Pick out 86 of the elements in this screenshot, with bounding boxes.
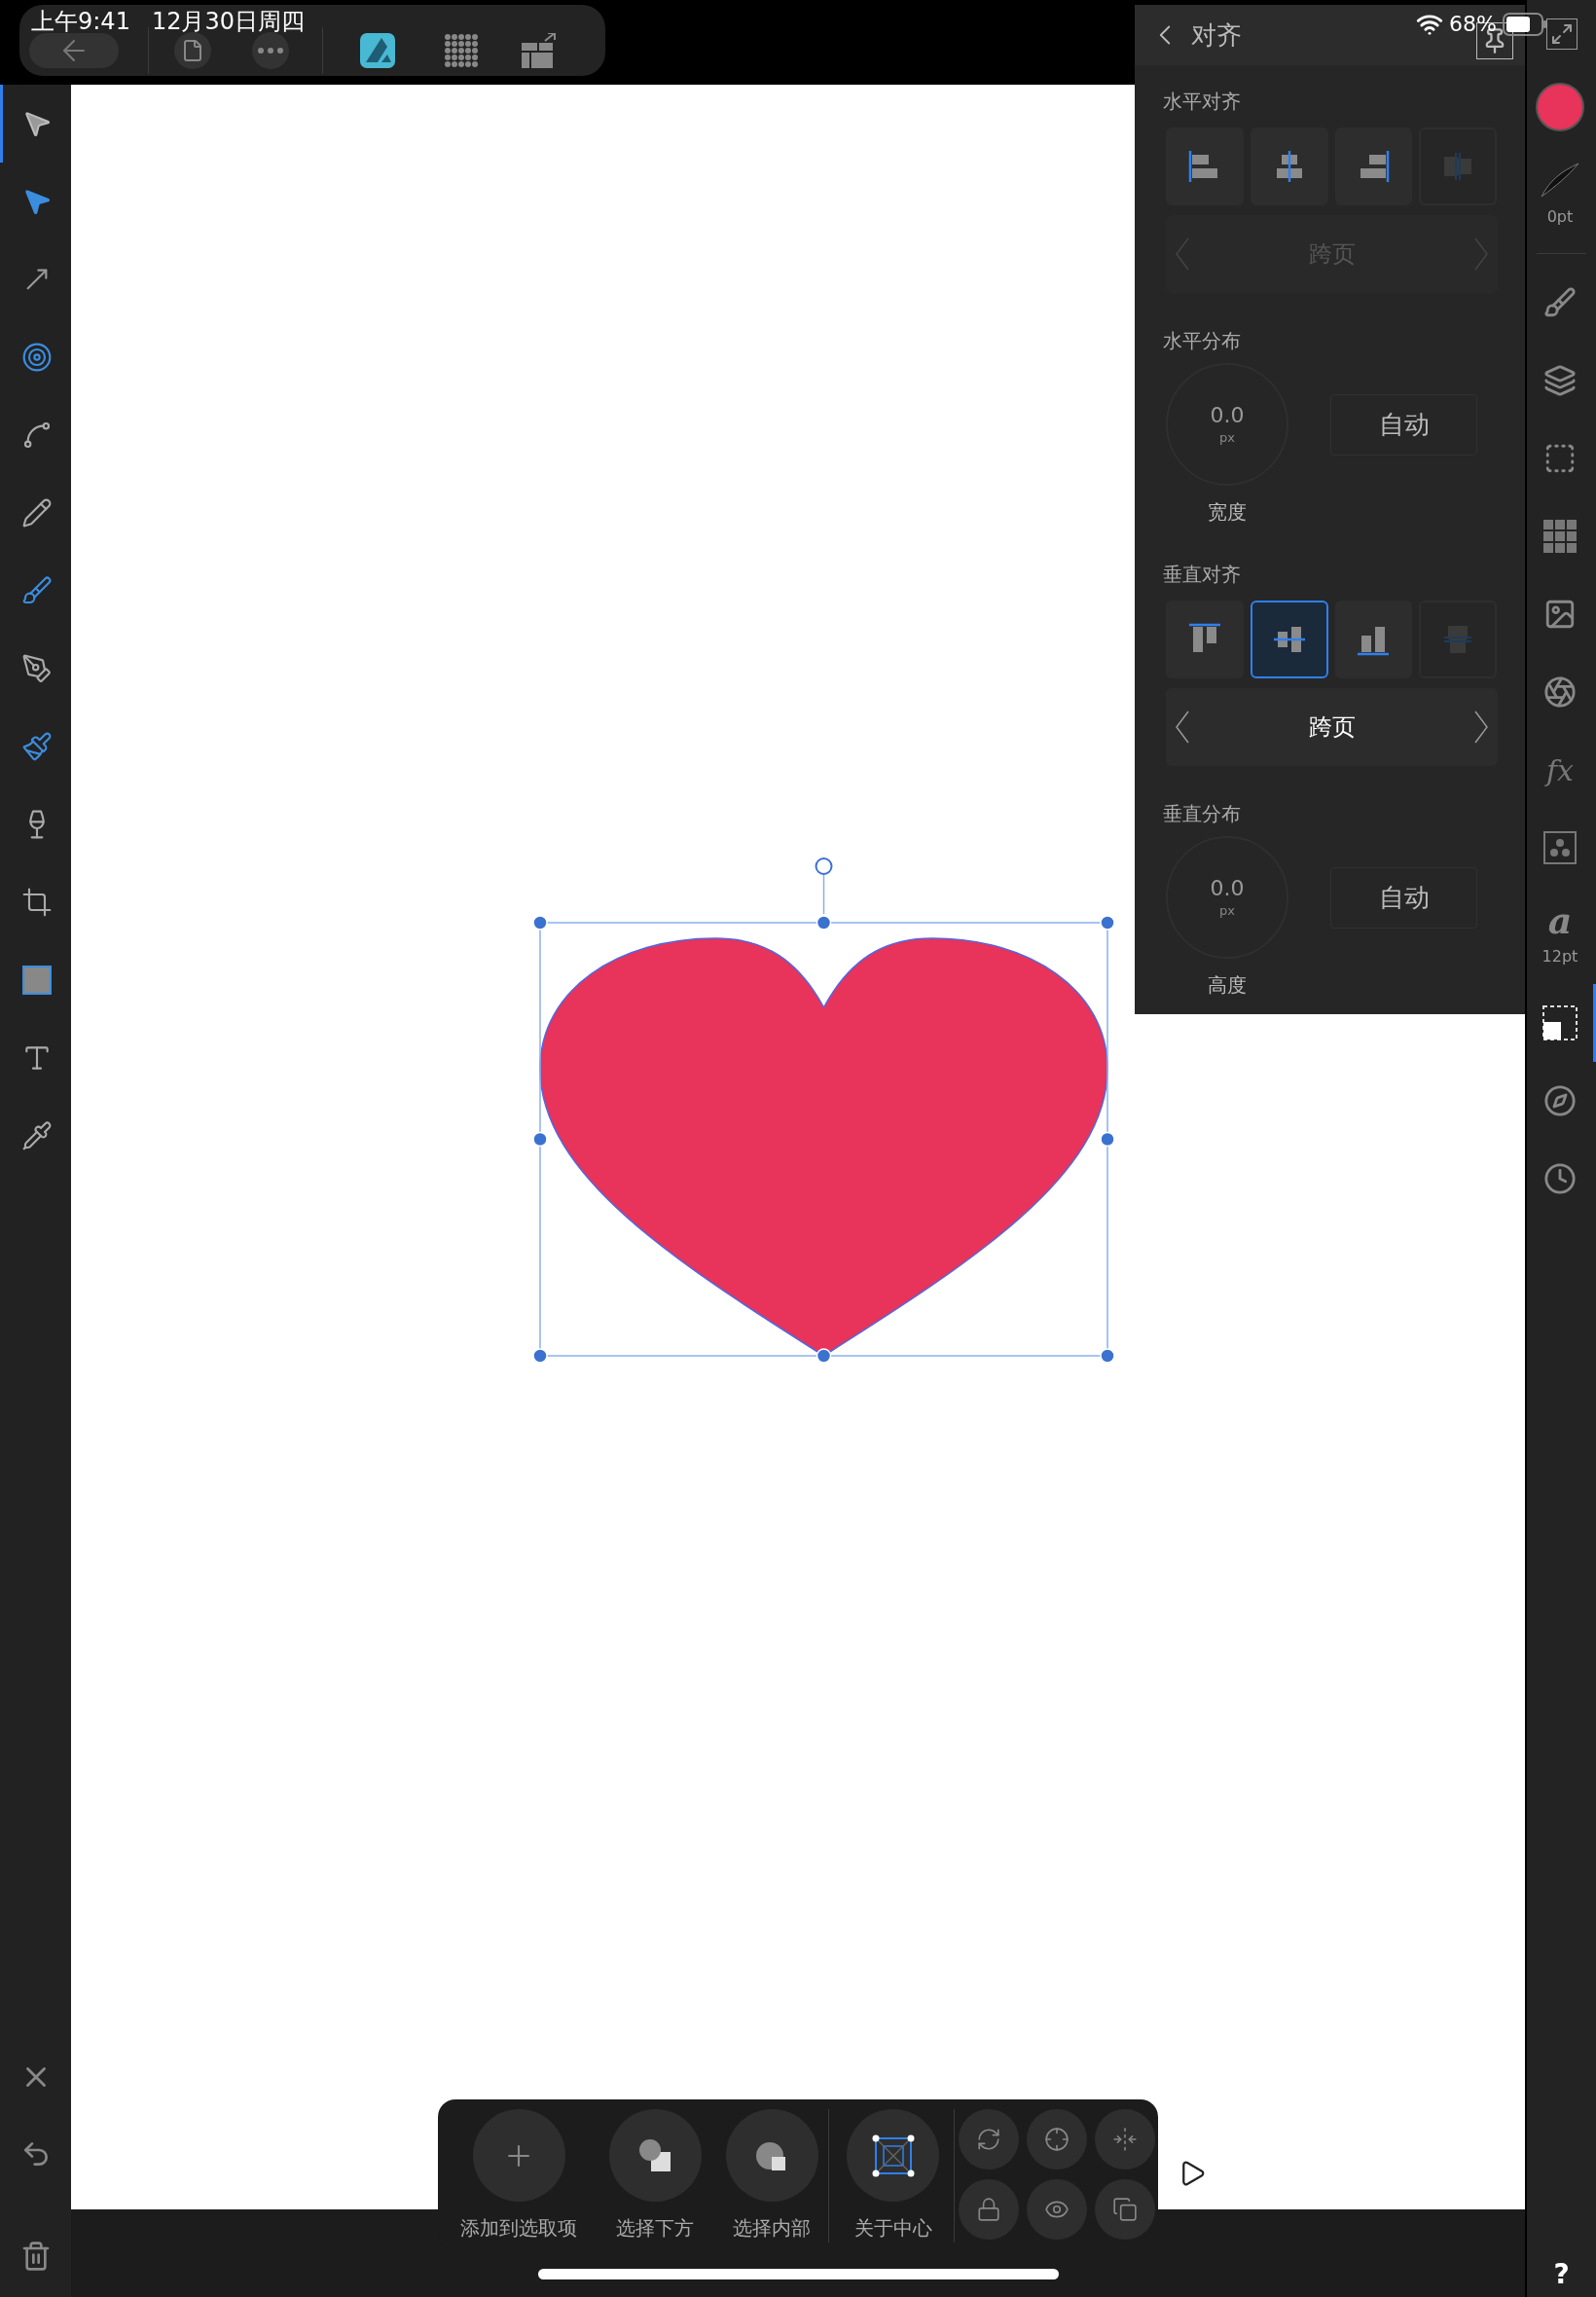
glyph-icon: a [1547,902,1573,939]
document-button[interactable] [174,31,211,69]
panel-title: 对齐 [1191,18,1242,52]
span-selector[interactable]: 跨页 [1166,688,1498,766]
stroke-curve-icon [1539,161,1581,200]
dial-unit: px [1219,902,1235,920]
auto-button[interactable]: 自动 [1330,866,1477,929]
action-label: 选择下方 [616,2215,694,2242]
brush-icon [21,575,53,606]
auto-button[interactable]: 自动 [1330,393,1477,456]
resize-icon[interactable] [1545,18,1578,50]
dial-caption: 宽度 [1207,499,1248,526]
section-label: 水平对齐 [1163,89,1242,115]
copy-icon [1112,2196,1138,2222]
pen-icon [21,653,53,684]
aperture-icon [1543,675,1577,709]
crop-icon [21,887,53,918]
crosshair-icon [1044,2127,1070,2152]
transform-icon [1542,1004,1578,1041]
action-label: 添加到选取项 [460,2215,577,2242]
back-button[interactable] [29,32,119,68]
help-glyph[interactable]: ? [1527,2254,1596,2295]
dashed-square-icon [1543,442,1577,475]
image-icon [1543,598,1577,631]
fx-icon: fx [1546,747,1574,792]
span-value: 跨页 [1308,712,1356,743]
selection-handle[interactable] [532,915,548,930]
file-icon [181,38,204,62]
align-button[interactable] [1334,601,1413,678]
layers-icon [1543,364,1577,397]
selection-handle[interactable] [816,1348,832,1364]
lock-icon [976,2196,1001,2222]
square-shape-icon [22,966,52,995]
status-date: 12月30日周四 [151,10,305,33]
compass-icon [1543,1084,1577,1117]
dial-caption: 高度 [1207,972,1248,999]
studio-button[interactable]: fx [1527,731,1596,809]
selection-handle[interactable] [532,1131,548,1148]
dial-unit: px [1219,429,1235,447]
status-time: 上午9:41 [31,10,130,33]
section-label: 水平分布 [1163,328,1242,354]
battery-icon [1502,12,1547,36]
studio-button[interactable]: a 12pt [1527,887,1596,984]
section-label: 垂直对齐 [1163,562,1242,588]
center-transform-icon [870,2133,916,2178]
chevron-right-icon [1474,237,1488,271]
ellipsis-icon [258,47,283,54]
target-icon [21,342,53,373]
selection-handle[interactable] [532,1348,548,1364]
spline-icon [21,419,53,451]
battery-percent: 68% [1449,11,1497,38]
spacing-dial[interactable]: 0.0 px [1166,363,1288,486]
section-label: 垂直分布 [1163,801,1242,827]
align-button[interactable] [1250,128,1328,205]
chevron-left-icon [1176,711,1189,744]
pencil-icon [21,497,53,529]
selection-handle[interactable] [1100,1131,1115,1148]
dot-grid-icon[interactable] [444,32,479,68]
align-button[interactable] [1250,601,1328,678]
selection-handle[interactable] [816,915,832,930]
clock-icon [1543,1162,1577,1195]
brush-icon [1543,286,1577,319]
align-button[interactable] [1166,128,1244,205]
chevron-left-icon [1176,237,1189,271]
spacing-dial[interactable]: 0.0 px [1166,836,1288,959]
align-button[interactable] [1334,128,1413,205]
dial-value: 0.0 [1210,401,1245,428]
selection-handle[interactable] [1100,1348,1115,1364]
pipette-icon [21,1120,53,1151]
align-button[interactable] [1166,601,1244,678]
fold-horizontal-icon [1112,2127,1138,2152]
rotate-arrows-icon [976,2127,1001,2152]
export-icon[interactable] [522,32,557,68]
dial-value: 0.0 [1210,874,1245,901]
app-logo-icon[interactable] [360,32,395,68]
more-button[interactable] [252,31,289,69]
dots-square-icon [1543,831,1577,864]
studio-button[interactable]: 0pt [1527,146,1596,243]
action-label: 选择内部 [733,2215,811,2242]
action-label: 关于中心 [853,2215,932,2242]
rotation-handle[interactable] [815,857,833,915]
paintbrush-icon [21,731,53,762]
color-swatch [1536,83,1584,131]
selection-handle[interactable] [1100,915,1115,930]
grid-icon [1543,520,1577,553]
chevron-right-icon [1474,711,1488,744]
